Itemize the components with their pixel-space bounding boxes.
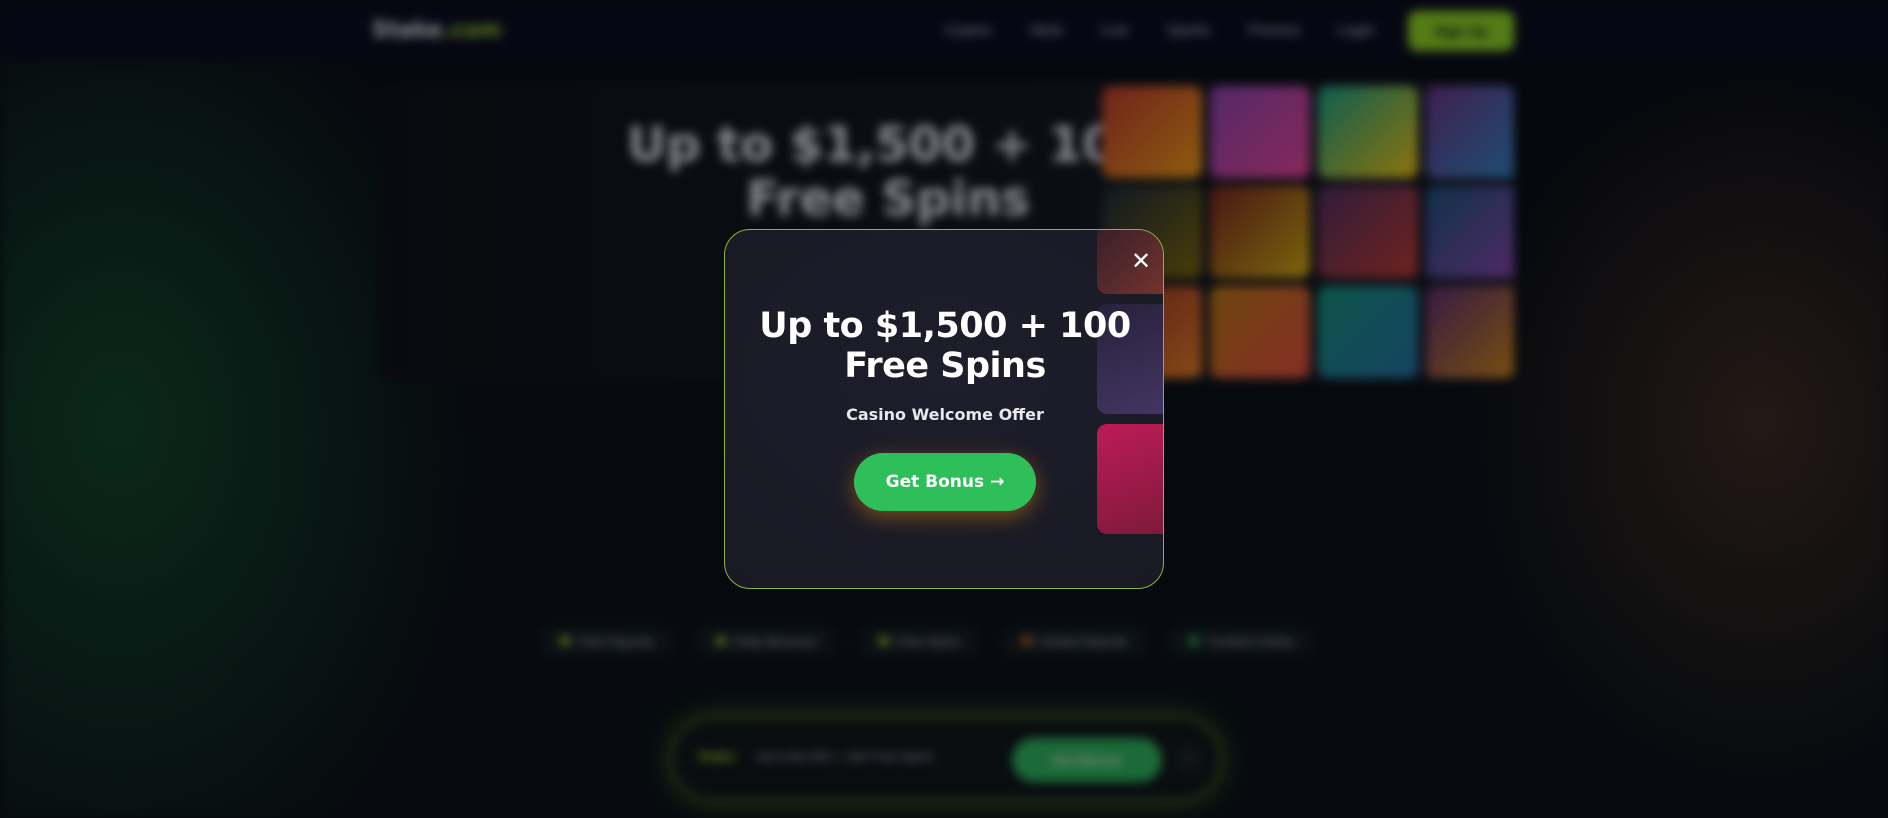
game-art-tile [1097,424,1163,534]
modal-title-line2: Free Spins [844,346,1046,386]
modal-title-line1: Up to $1,500 + 100 [759,306,1131,346]
bonus-modal: ✕ Up to $1,500 + 100 Free Spins Casino W… [724,229,1164,589]
arrow-right-icon: → [990,472,1005,492]
get-bonus-button[interactable]: Get Bonus → [854,453,1036,511]
modal-subtitle: Casino Welcome Offer [846,405,1044,424]
modal-title: Up to $1,500 + 100 Free Spins [755,306,1135,386]
get-bonus-label: Get Bonus [885,472,985,492]
close-icon[interactable]: ✕ [1126,246,1156,276]
